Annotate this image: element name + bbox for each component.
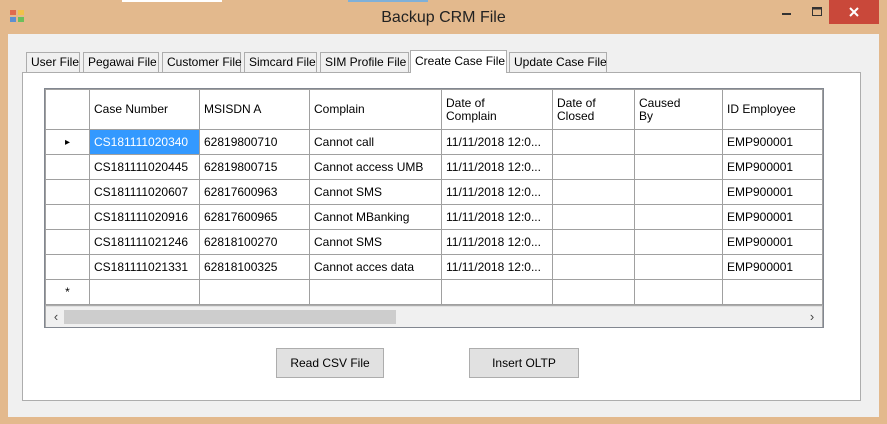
header-row: Case Number MSISDN A Complain Date of Co… (45, 89, 823, 130)
table-cell[interactable] (634, 154, 723, 180)
table-cell[interactable]: CS181111020607 (89, 179, 200, 205)
table-cell[interactable]: CS181111020916 (89, 204, 200, 230)
table-row[interactable]: CS181111020607 62817600963 Cannot SMS 11… (45, 179, 823, 205)
scroll-right-arrow-icon[interactable]: › (804, 309, 820, 325)
app-window: Backup CRM File User File Pegawai File C… (0, 0, 887, 424)
table-cell[interactable]: 11/11/2018 12:0... (441, 204, 553, 230)
table-cell[interactable]: EMP900001 (722, 229, 823, 255)
scroll-thumb[interactable] (64, 310, 396, 324)
table-cell[interactable]: EMP900001 (722, 254, 823, 280)
table-cell[interactable]: 62818100325 (199, 254, 310, 280)
horizontal-scrollbar[interactable]: ‹ › (46, 306, 822, 327)
table-row[interactable]: CS181111020916 62817600965 Cannot MBanki… (45, 204, 823, 230)
table-cell[interactable] (552, 179, 635, 205)
table-cell[interactable] (552, 254, 635, 280)
current-row-indicator[interactable]: ▸ (45, 129, 90, 155)
column-header[interactable]: Case Number (89, 89, 200, 130)
maximize-icon (812, 7, 822, 16)
read-csv-button[interactable]: Read CSV File (276, 348, 384, 378)
row-header-corner (45, 89, 90, 130)
tab-sim-profile-file[interactable]: SIM Profile File (320, 52, 409, 72)
column-header-label: Caused By (639, 95, 681, 123)
table-cell[interactable] (199, 279, 310, 305)
table-cell[interactable]: Cannot access UMB (309, 154, 442, 180)
column-header[interactable]: Date of Complain (441, 89, 553, 130)
case-table: Case Number MSISDN A Complain Date of Co… (45, 89, 823, 305)
table-cell[interactable] (552, 129, 635, 155)
table-cell[interactable] (89, 279, 200, 305)
table-cell[interactable] (634, 179, 723, 205)
table-row[interactable]: CS181111020445 62819800715 Cannot access… (45, 154, 823, 180)
tab-pegawai-file[interactable]: Pegawai File (83, 52, 159, 72)
title-bar[interactable]: Backup CRM File (0, 0, 887, 34)
table-cell[interactable]: Cannot call (309, 129, 442, 155)
table-cell[interactable] (552, 229, 635, 255)
table-cell[interactable] (441, 279, 553, 305)
table-cell[interactable] (309, 279, 442, 305)
tab-user-file[interactable]: User File (26, 52, 80, 72)
close-button[interactable] (829, 0, 879, 24)
table-cell[interactable]: Cannot acces data (309, 254, 442, 280)
tab-simcard-file[interactable]: Simcard File (244, 52, 317, 72)
table-cell[interactable]: CS181111020340 (89, 129, 200, 155)
column-header[interactable]: Date of Closed (552, 89, 635, 130)
column-header-label: Date of Closed (557, 95, 596, 123)
table-cell[interactable]: EMP900001 (722, 154, 823, 180)
window-title: Backup CRM File (381, 9, 506, 26)
table-cell[interactable] (634, 279, 723, 305)
table-cell[interactable]: Cannot SMS (309, 229, 442, 255)
table-cell[interactable] (634, 254, 723, 280)
table-row[interactable]: ▸ CS181111020340 62819800710 Cannot call… (45, 129, 823, 155)
table-cell[interactable] (634, 229, 723, 255)
table-cell[interactable]: EMP900001 (722, 129, 823, 155)
table-cell[interactable] (552, 154, 635, 180)
table-cell[interactable]: 11/11/2018 12:0... (441, 229, 553, 255)
table-cell[interactable]: 11/11/2018 12:0... (441, 179, 553, 205)
row-header[interactable] (45, 179, 90, 205)
tab-customer-file[interactable]: Customer File (162, 52, 242, 72)
column-header[interactable]: ID Employee (722, 89, 823, 130)
column-header[interactable]: Caused By (634, 89, 723, 130)
table-cell[interactable]: CS181111021331 (89, 254, 200, 280)
table-cell[interactable]: CS181111020445 (89, 154, 200, 180)
table-cell[interactable]: EMP900001 (722, 204, 823, 230)
table-cell[interactable] (722, 279, 823, 305)
row-header[interactable] (45, 254, 90, 280)
table-cell[interactable] (552, 279, 635, 305)
table-cell[interactable]: 62819800710 (199, 129, 310, 155)
table-row[interactable]: CS181111021246 62818100270 Cannot SMS 11… (45, 229, 823, 255)
row-header[interactable] (45, 229, 90, 255)
case-data-grid[interactable]: Case Number MSISDN A Complain Date of Co… (44, 88, 824, 328)
column-header[interactable]: Complain (309, 89, 442, 130)
table-cell[interactable]: EMP900001 (722, 179, 823, 205)
table-cell[interactable]: 62818100270 (199, 229, 310, 255)
new-row[interactable]: * (45, 279, 823, 305)
tab-update-case-file[interactable]: Update Case File (509, 52, 607, 72)
row-header[interactable] (45, 154, 90, 180)
table-cell[interactable]: 11/11/2018 12:0... (441, 254, 553, 280)
table-cell[interactable]: Cannot SMS (309, 179, 442, 205)
table-cell[interactable]: Cannot MBanking (309, 204, 442, 230)
minimize-button[interactable] (770, 0, 804, 24)
table-row[interactable]: CS181111021331 62818100325 Cannot acces … (45, 254, 823, 280)
minimize-icon (782, 13, 791, 15)
table-cell[interactable]: 11/11/2018 12:0... (441, 129, 553, 155)
table-cell[interactable]: 11/11/2018 12:0... (441, 154, 553, 180)
table-cell[interactable] (552, 204, 635, 230)
tab-create-case-file[interactable]: Create Case File (410, 50, 507, 73)
new-row-indicator[interactable]: * (45, 279, 90, 305)
scroll-left-arrow-icon[interactable]: ‹ (48, 309, 64, 325)
table-cell[interactable] (634, 204, 723, 230)
table-cell[interactable]: 62817600965 (199, 204, 310, 230)
table-cell[interactable]: 62819800715 (199, 154, 310, 180)
column-header-label: Date of Complain (446, 95, 497, 123)
table-cell[interactable]: 62817600963 (199, 179, 310, 205)
table-cell[interactable] (634, 129, 723, 155)
row-header[interactable] (45, 204, 90, 230)
close-icon (849, 7, 859, 17)
insert-oltp-button[interactable]: Insert OLTP (469, 348, 579, 378)
column-header[interactable]: MSISDN A (199, 89, 310, 130)
table-cell[interactable]: CS181111021246 (89, 229, 200, 255)
